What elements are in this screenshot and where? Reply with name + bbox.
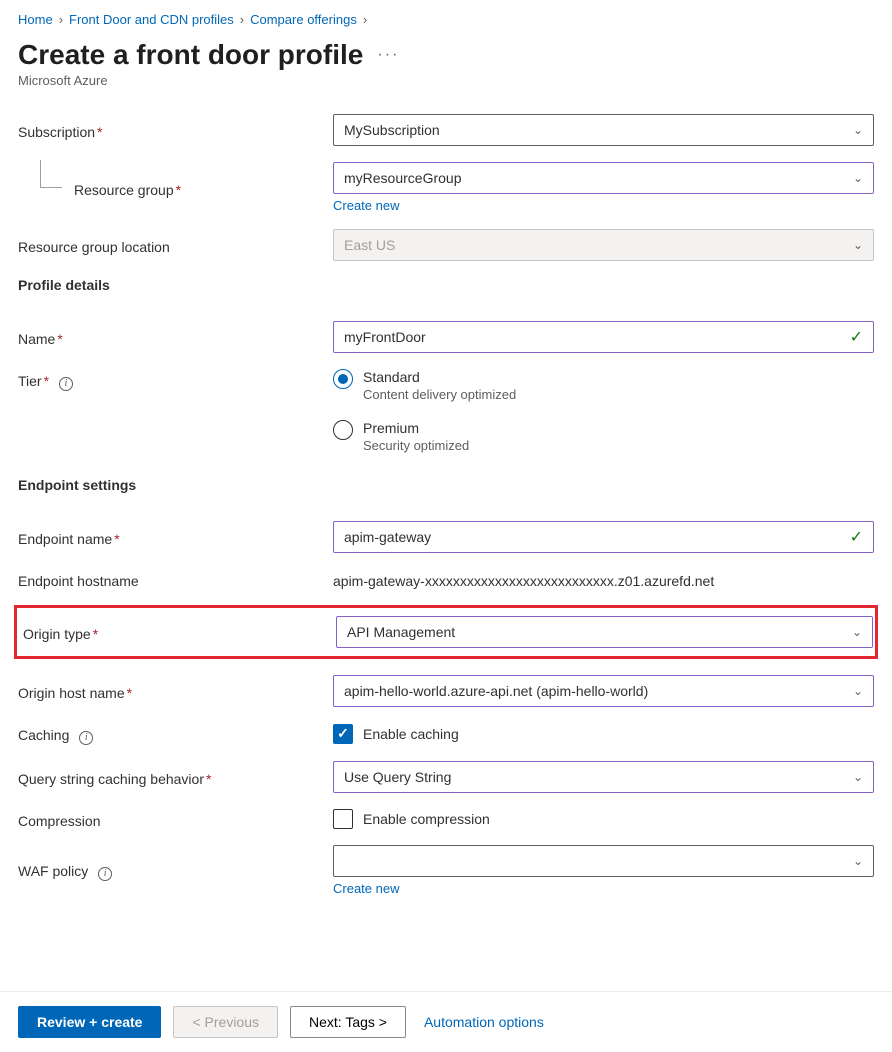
origin-type-label: Origin type*	[19, 622, 336, 642]
origin-type-row-highlight: Origin type* API Management ⌄	[14, 605, 878, 659]
page-subtitle: Microsoft Azure	[18, 73, 874, 88]
chevron-down-icon: ⌄	[853, 854, 863, 868]
chevron-down-icon: ⌄	[853, 684, 863, 698]
tier-standard-radio[interactable]: Standard Content delivery optimized	[333, 369, 874, 402]
origin-type-select[interactable]: API Management ⌄	[336, 616, 873, 648]
origin-host-select[interactable]: apim-hello-world.azure-api.net (apim-hel…	[333, 675, 874, 707]
breadcrumb-profiles[interactable]: Front Door and CDN profiles	[69, 12, 234, 27]
chevron-right-icon: ›	[240, 12, 244, 27]
previous-button: < Previous	[173, 1006, 278, 1038]
chevron-right-icon: ›	[59, 12, 63, 27]
more-actions-icon[interactable]: ···	[377, 46, 399, 64]
rg-location-select: East US ⌄	[333, 229, 874, 261]
endpoint-name-label: Endpoint name*	[18, 527, 333, 547]
subscription-label: Subscription*	[18, 120, 333, 140]
create-new-waf-link[interactable]: Create new	[333, 881, 399, 896]
enable-compression-checkbox[interactable]	[333, 809, 353, 829]
name-label: Name*	[18, 327, 333, 347]
chevron-down-icon: ⌄	[853, 123, 863, 137]
caching-label: Caching i	[18, 723, 333, 745]
chevron-down-icon: ⌄	[853, 770, 863, 784]
radio-icon	[333, 420, 353, 440]
resource-group-select[interactable]: myResourceGroup ⌄	[333, 162, 874, 194]
info-icon[interactable]: i	[98, 867, 112, 881]
subscription-select[interactable]: MySubscription ⌄	[333, 114, 874, 146]
section-endpoint-settings: Endpoint settings	[18, 477, 874, 493]
section-profile-details: Profile details	[18, 277, 874, 293]
enable-caching-checkbox[interactable]	[333, 724, 353, 744]
page-title: Create a front door profile	[18, 39, 363, 71]
chevron-right-icon: ›	[363, 12, 367, 27]
query-string-label: Query string caching behavior*	[18, 767, 333, 787]
chevron-down-icon: ⌄	[853, 238, 863, 252]
waf-policy-select[interactable]: ⌄	[333, 845, 874, 877]
automation-options-link[interactable]: Automation options	[424, 1014, 544, 1030]
compression-label: Compression	[18, 809, 333, 829]
origin-host-label: Origin host name*	[18, 681, 333, 701]
name-input[interactable]: myFrontDoor ✓	[333, 321, 874, 353]
review-create-button[interactable]: Review + create	[18, 1006, 161, 1038]
footer-bar: Review + create < Previous Next: Tags > …	[0, 991, 892, 1052]
info-icon[interactable]: i	[79, 731, 93, 745]
enable-compression-label: Enable compression	[363, 811, 490, 827]
next-tags-button[interactable]: Next: Tags >	[290, 1006, 406, 1038]
valid-check-icon: ✓	[850, 327, 863, 347]
create-new-rg-link[interactable]: Create new	[333, 198, 399, 213]
chevron-down-icon: ⌄	[853, 171, 863, 185]
endpoint-name-input[interactable]: apim-gateway ✓	[333, 521, 874, 553]
tier-premium-radio[interactable]: Premium Security optimized	[333, 420, 874, 453]
enable-caching-label: Enable caching	[363, 726, 459, 742]
waf-policy-label: WAF policy i	[18, 859, 333, 881]
resource-group-label: Resource group*	[18, 178, 333, 198]
radio-icon	[333, 369, 353, 389]
query-string-select[interactable]: Use Query String ⌄	[333, 761, 874, 793]
breadcrumb-compare[interactable]: Compare offerings	[250, 12, 357, 27]
breadcrumb: Home › Front Door and CDN profiles › Com…	[18, 12, 874, 27]
chevron-down-icon: ⌄	[852, 625, 862, 639]
valid-check-icon: ✓	[850, 527, 863, 547]
tier-label: Tier* i	[18, 369, 333, 391]
endpoint-hostname-value: apim-gateway-xxxxxxxxxxxxxxxxxxxxxxxxxxx…	[333, 569, 874, 589]
rg-location-label: Resource group location	[18, 235, 333, 255]
breadcrumb-home[interactable]: Home	[18, 12, 53, 27]
info-icon[interactable]: i	[59, 377, 73, 391]
endpoint-hostname-label: Endpoint hostname	[18, 569, 333, 589]
